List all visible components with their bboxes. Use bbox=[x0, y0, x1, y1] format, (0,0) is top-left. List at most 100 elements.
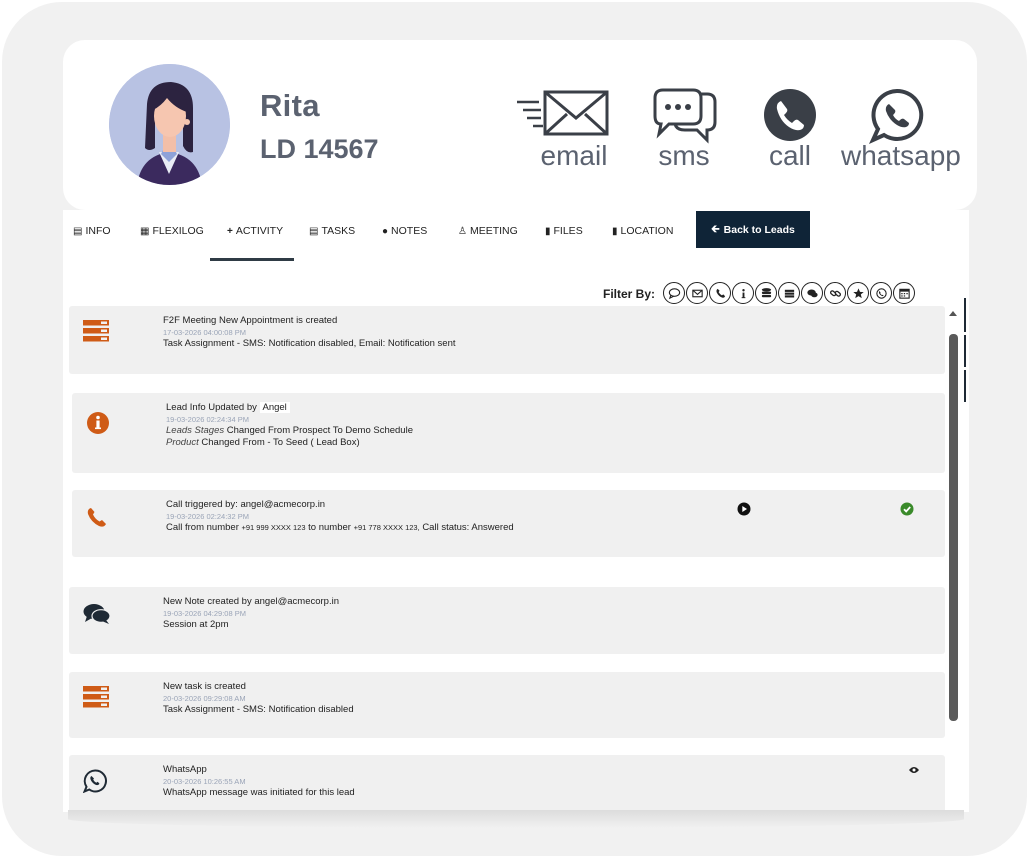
tab-notes[interactable]: ● NOTES bbox=[382, 224, 427, 238]
filter-star-icon[interactable] bbox=[847, 282, 869, 304]
activity-title: New Note created by bbox=[163, 596, 252, 607]
activity-item: F2F Meeting New Appointment is created 1… bbox=[69, 306, 945, 374]
avatar bbox=[109, 64, 230, 185]
filter-database-icon[interactable] bbox=[755, 282, 777, 304]
filter-phone-icon[interactable] bbox=[709, 282, 731, 304]
activity-panel: ▤ INFO ▦ FLEXILOG + ACTIVITY ▤ TASKS ● N… bbox=[63, 210, 969, 812]
task-icon: ▤ bbox=[309, 225, 319, 237]
lead-id: LD 14567 bbox=[260, 134, 379, 164]
tab-label: MEETING bbox=[469, 225, 518, 237]
phone-icon bbox=[764, 89, 816, 141]
filter-calendar-icon[interactable] bbox=[893, 282, 915, 304]
filter-comments-icon[interactable] bbox=[801, 282, 823, 304]
tab-label: NOTES bbox=[391, 225, 428, 237]
activity-timestamp: 20-03-2026 09:29:08 AM bbox=[163, 693, 246, 703]
activity-detail: Task Assignment - SMS: Notification disa… bbox=[163, 703, 354, 715]
file-icon: ▮ bbox=[545, 225, 551, 237]
activity-detail: Task Assignment - SMS: Notification disa… bbox=[163, 337, 456, 349]
activity-item: Lead Info Updated by Angel 19-03-2026 02… bbox=[72, 393, 945, 473]
tab-label: TASKS bbox=[321, 225, 356, 237]
activity-timestamp: 20-03-2026 10:26:55 AM bbox=[163, 776, 246, 786]
filter-icon-bar bbox=[663, 282, 915, 304]
check-circle-icon bbox=[900, 502, 914, 516]
filter-label: Filter By: bbox=[603, 287, 656, 301]
id-card-icon: ▤ bbox=[73, 225, 83, 237]
email-label: email bbox=[540, 140, 608, 171]
activity-title: Lead Info Updated by bbox=[166, 402, 257, 413]
arrow-left-icon: 🡰 bbox=[711, 222, 720, 235]
play-icon[interactable] bbox=[737, 502, 751, 516]
filter-task-icon[interactable] bbox=[778, 282, 800, 304]
email-contact-button[interactable]: email bbox=[515, 88, 613, 172]
activity-detail: Call from number bbox=[166, 521, 239, 533]
tab-tasks[interactable]: ▤ TASKS bbox=[309, 224, 355, 238]
tab-label: INFO bbox=[85, 225, 111, 237]
scrollbar-thumb[interactable] bbox=[949, 334, 958, 721]
whatsapp-label: whatsapp bbox=[841, 140, 961, 171]
panel-shadow bbox=[68, 810, 964, 828]
back-to-leads-label: Back to Leads bbox=[723, 223, 795, 236]
side-edge-lines bbox=[964, 298, 966, 402]
activity-title: New task is created bbox=[163, 681, 246, 692]
field-change: Changed From - To Seed ( Lead Box) bbox=[201, 437, 360, 448]
activity-item: New Note created by angel@acmecorp.in 19… bbox=[69, 587, 945, 654]
activity-item: WhatsApp 20-03-2026 10:26:55 AM WhatsApp… bbox=[69, 755, 945, 810]
task-icon bbox=[83, 686, 109, 708]
activity-timestamp: 19-03-2026 04:29:08 PM bbox=[163, 608, 246, 618]
tab-label: ACTIVITY bbox=[235, 225, 284, 237]
activity-title: Call triggered by: bbox=[166, 499, 238, 510]
comments-icon bbox=[83, 604, 111, 624]
activity-item: Call triggered by: angel@acmecorp.in 19-… bbox=[72, 490, 945, 557]
activity-timestamp: 19-03-2026 02:24:34 PM bbox=[166, 414, 249, 424]
field-change: Changed From Prospect To Demo Schedule bbox=[226, 424, 413, 436]
active-tab-indicator bbox=[210, 258, 294, 261]
activity-user: angel@acmecorp.in bbox=[254, 596, 339, 607]
activity-title: WhatsApp bbox=[163, 764, 207, 775]
filter-whatsapp-icon[interactable] bbox=[870, 282, 892, 304]
users-icon: ♙ bbox=[458, 225, 467, 237]
filter-envelope-icon[interactable] bbox=[686, 282, 708, 304]
filter-chat-bubble-icon[interactable] bbox=[663, 282, 685, 304]
whatsapp-icon bbox=[869, 88, 924, 144]
filter-info-icon[interactable] bbox=[732, 282, 754, 304]
whatsapp-contact-button[interactable]: whatsapp bbox=[841, 88, 961, 172]
tab-label: FLEXILOG bbox=[152, 225, 204, 237]
email-icon bbox=[517, 90, 609, 136]
call-status: Call status: Answered bbox=[422, 521, 514, 533]
from-number: +91 999 XXXX 123 bbox=[241, 522, 306, 532]
plus-icon: + bbox=[227, 225, 233, 237]
tab-label: FILES bbox=[553, 225, 583, 237]
info-icon bbox=[87, 412, 109, 434]
whatsapp-icon bbox=[83, 769, 107, 793]
sms-contact-button[interactable]: sms bbox=[649, 88, 719, 172]
file-icon: ▮ bbox=[612, 225, 618, 237]
lead-header-card: Rita LD 14567 email sms call whatsapp bbox=[63, 40, 977, 210]
tab-label: LOCATION bbox=[620, 225, 674, 237]
call-label: call bbox=[768, 140, 811, 171]
activity-timestamp: 19-03-2026 02:24:32 PM bbox=[166, 511, 249, 521]
eye-icon[interactable] bbox=[909, 766, 919, 774]
activity-item: New task is created 20-03-2026 09:29:08 … bbox=[69, 672, 945, 738]
tab-flexilog[interactable]: ▦ FLEXILOG bbox=[140, 224, 204, 238]
field-name: Product bbox=[166, 437, 199, 448]
call-contact-button[interactable]: call bbox=[757, 88, 823, 172]
scroll-up-arrow-icon[interactable] bbox=[948, 310, 958, 318]
activity-user: Angel bbox=[259, 402, 290, 413]
tab-location[interactable]: ▮ LOCATION bbox=[612, 224, 673, 238]
field-name: Leads Stages bbox=[166, 424, 225, 436]
lead-name: Rita bbox=[260, 88, 320, 123]
task-icon bbox=[83, 320, 109, 342]
tab-info[interactable]: ▤ INFO bbox=[73, 224, 111, 238]
tab-activity[interactable]: + ACTIVITY bbox=[227, 224, 283, 238]
activity-timestamp: 17-03-2026 04:00:08 PM bbox=[163, 327, 246, 337]
comments-icon: ● bbox=[382, 225, 389, 237]
tab-files[interactable]: ▮ FILES bbox=[545, 224, 583, 238]
tab-meeting[interactable]: ♙ MEETING bbox=[458, 224, 518, 238]
phone-icon bbox=[87, 508, 106, 527]
activity-detail: Session at 2pm bbox=[163, 618, 229, 630]
filter-link-icon[interactable] bbox=[824, 282, 846, 304]
database-icon: ▦ bbox=[140, 225, 150, 237]
activity-title: F2F Meeting New Appointment is created bbox=[163, 315, 338, 326]
back-to-leads-button[interactable]: 🡰 Back to Leads bbox=[696, 211, 810, 248]
sms-icon bbox=[653, 88, 717, 144]
